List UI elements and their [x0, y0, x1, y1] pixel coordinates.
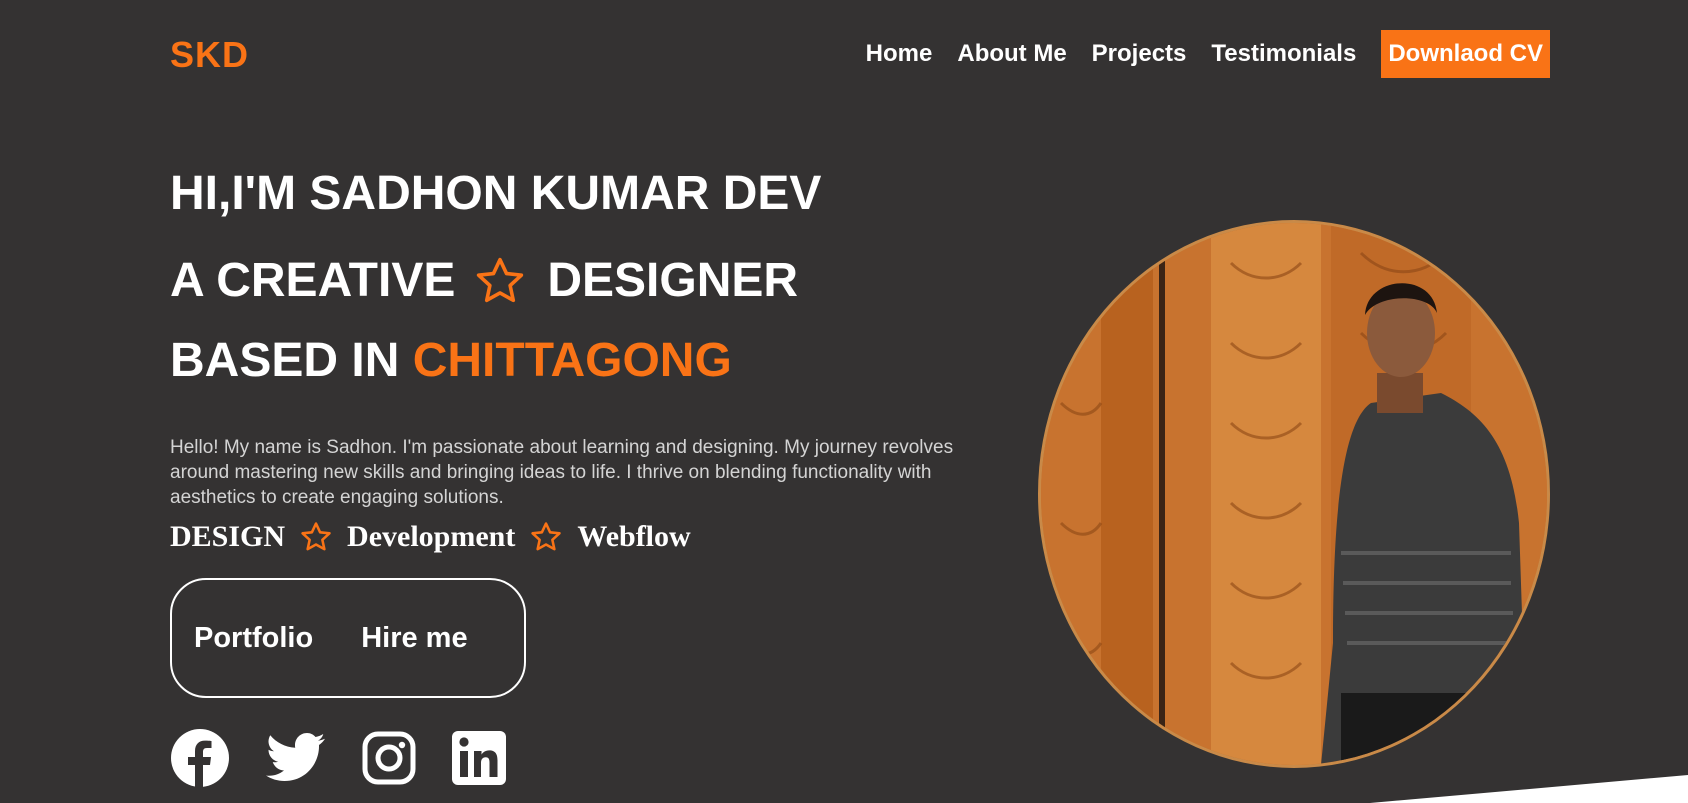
bottom-divider [1370, 775, 1688, 803]
